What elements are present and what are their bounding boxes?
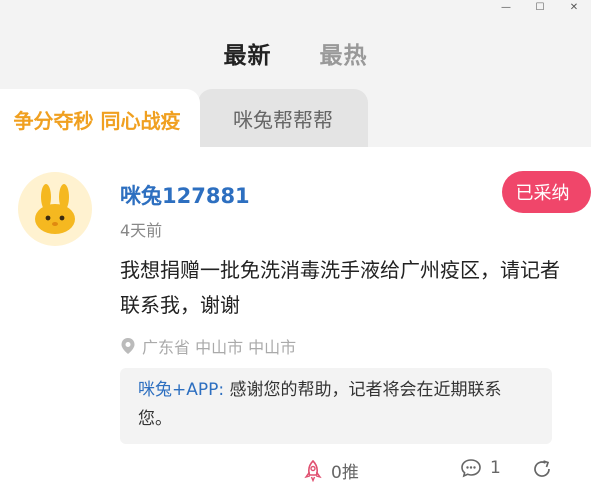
reply-author[interactable]: 咪兔+APP: — [138, 380, 224, 400]
close-icon[interactable]: ✕ — [557, 0, 591, 14]
tab-fight-epidemic[interactable]: 争分夺秒 同心战疫 — [0, 89, 200, 149]
push-count: 0推 — [331, 463, 359, 483]
comment-button[interactable]: 1 — [460, 458, 501, 478]
top-tabs: 最新 最热 — [0, 36, 591, 70]
rocket-icon — [304, 459, 322, 482]
share-icon — [534, 460, 550, 477]
window-controls: — ☐ ✕ — [489, 0, 591, 14]
share-button[interactable] — [531, 458, 553, 480]
post-username[interactable]: 咪兔127881 — [120, 180, 250, 210]
post-time: 4天前 — [120, 221, 163, 240]
tab-hottest[interactable]: 最热 — [320, 36, 368, 70]
adopted-badge: 已采纳 — [502, 171, 591, 213]
post-content: 我想捐赠一批免洗消毒洗手液给广州疫区，请记者联系我，谢谢 — [120, 258, 560, 317]
official-reply: 咪兔+APP: 感谢您的帮助，记者将会在近期联系您。 — [120, 368, 552, 444]
rabbit-avatar-icon — [35, 184, 75, 234]
push-button[interactable]: 0推 — [303, 458, 359, 483]
location-pin-icon — [121, 338, 135, 354]
maximize-icon[interactable]: ☐ — [523, 0, 557, 14]
tab-mitu-help[interactable]: 咪兔帮帮帮 — [198, 89, 368, 147]
comment-icon — [461, 459, 481, 478]
category-tabs: 咪兔帮帮帮 争分夺秒 同心战疫 — [0, 89, 591, 149]
location-text: 广东省 中山市 中山市 — [142, 338, 297, 357]
post-location: 广东省 中山市 中山市 — [120, 334, 296, 358]
post-actions: 0推 1 — [0, 458, 591, 488]
tab-latest[interactable]: 最新 — [224, 36, 272, 70]
comment-count: 1 — [490, 458, 501, 478]
minimize-icon[interactable]: — — [489, 0, 523, 14]
avatar[interactable] — [18, 172, 92, 246]
post-card: 咪兔127881 4天前 已采纳 我想捐赠一批免洗消毒洗手液给广州疫区，请记者联… — [0, 147, 591, 500]
